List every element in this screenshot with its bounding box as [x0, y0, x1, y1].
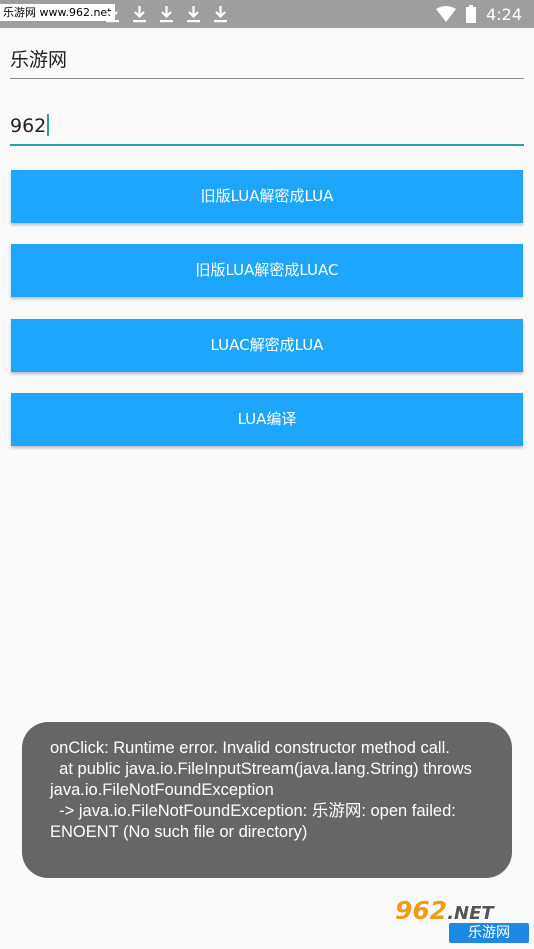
error-toast: onClick: Runtime error. Invalid construc…: [22, 722, 512, 878]
toast-line: -> java.io.FileNotFoundException: 乐游网: o…: [50, 802, 456, 820]
path-input[interactable]: 乐游网: [10, 46, 524, 79]
path-input-value: 乐游网: [10, 49, 68, 71]
toast-line: ENOENT (No such file or directory): [50, 823, 308, 841]
download-icon: [160, 6, 173, 23]
text-caret: [47, 114, 50, 136]
site-watermark: 乐游网 www.962.net: [0, 4, 115, 21]
wifi-icon: [436, 6, 457, 22]
status-right: 4:24: [436, 0, 522, 28]
old-lua-decrypt-to-lua-button[interactable]: 旧版LUA解密成LUA: [11, 170, 523, 223]
toast-line: at public java.io.FileInputStream(java.l…: [50, 760, 472, 778]
battery-icon: [466, 5, 477, 23]
lua-compile-button[interactable]: LUA编译: [11, 393, 523, 446]
status-bar: 乐游网 www.962.net 4:24: [0, 0, 534, 28]
download-icon: [133, 6, 146, 23]
logo-text: 962.NET: [395, 896, 530, 926]
logo-number: 962: [395, 896, 448, 925]
site-logo: 962.NET 乐游网: [395, 896, 530, 944]
toast-line: onClick: Runtime error. Invalid construc…: [50, 739, 450, 757]
clock: 4:24: [486, 4, 522, 24]
download-icon: [187, 6, 200, 23]
logo-net: .NET: [447, 903, 494, 924]
notification-icons: [104, 4, 229, 24]
download-icon: [106, 6, 119, 23]
key-input[interactable]: 962: [10, 112, 524, 146]
luac-decrypt-to-lua-button[interactable]: LUAC解密成LUA: [11, 319, 523, 372]
logo-caption: 乐游网: [449, 923, 529, 943]
key-input-value: 962: [10, 115, 47, 137]
download-icon: [214, 6, 227, 23]
old-lua-decrypt-to-luac-button[interactable]: 旧版LUA解密成LUAC: [11, 244, 523, 297]
toast-line: java.io.FileNotFoundException: [50, 781, 274, 799]
app-screen: 乐游网 www.962.net 4:24 乐游网 962 旧版LUA解密成LUA…: [0, 0, 534, 949]
